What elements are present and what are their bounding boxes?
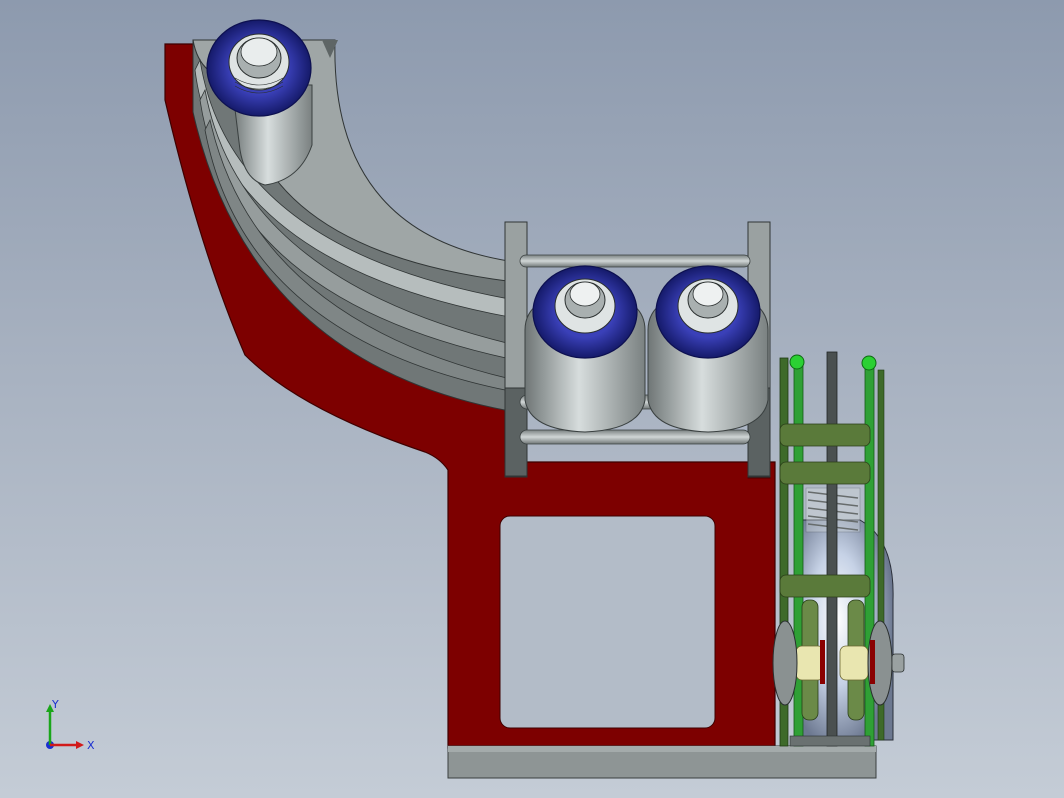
cylinder-right[interactable] [647,265,769,433]
linkage-mechanism[interactable] [772,351,905,747]
cad-viewport[interactable]: Y X [0,0,1064,798]
cylinder-left[interactable] [524,265,646,433]
frame-window [499,515,716,729]
y-axis-label: Y [51,700,59,711]
axis-triad: Y X [46,700,95,752]
cad-model[interactable] [0,0,1064,798]
x-axis-icon [50,741,84,749]
x-axis-label: X [87,739,95,752]
base-plate[interactable] [447,745,877,779]
